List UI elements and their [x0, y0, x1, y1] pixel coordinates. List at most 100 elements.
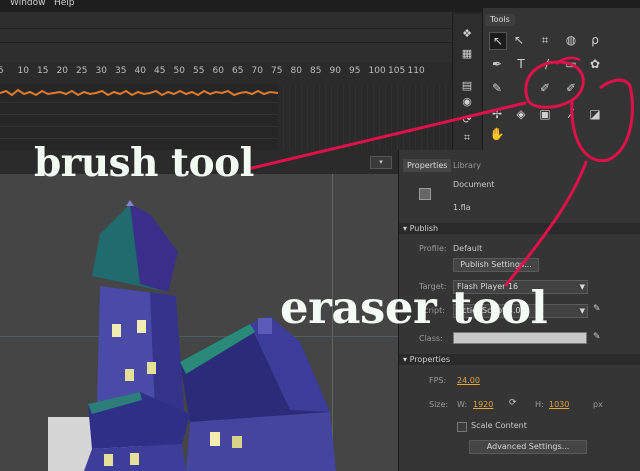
line-tool-icon: / [544, 57, 550, 71]
hand-tool[interactable]: ✋ [489, 126, 505, 142]
ruler-tick-label: 10 [17, 66, 29, 76]
motion-panel-icon[interactable]: ⌗ [460, 132, 474, 143]
ink-bottle-tool-icon: ▣ [539, 107, 551, 121]
free-transform-tool-icon: ⌗ [541, 33, 549, 47]
annotation-eraser-tool: eraser tool [280, 281, 548, 334]
properties-section-label: Properties [409, 355, 450, 364]
hand-tool-icon: ✋ [489, 127, 505, 141]
ruler-tick-label: 55 [193, 66, 205, 76]
lasso-tool[interactable]: ρ [587, 32, 603, 48]
tab-library[interactable]: Library [449, 159, 485, 172]
publish-section-toggle-icon: ▾ [403, 224, 410, 233]
eraser-tool[interactable]: ◪ [587, 106, 603, 122]
eraser-tool-icon: ◪ [589, 107, 601, 121]
ruler-tick-label: 60 [212, 66, 224, 76]
paint-brush-tool-icon: ✐ [565, 81, 577, 95]
ruler-tick-label: 30 [95, 66, 107, 76]
properties-section-toggle-icon: ▾ [403, 355, 410, 364]
annotation-brush-tool: brush tool [34, 140, 254, 186]
deco-tool-icon: ✿ [589, 57, 601, 71]
edit-bar [0, 12, 452, 63]
height-label: H: [535, 400, 544, 409]
align-panel-icon[interactable]: ▤ [460, 80, 474, 91]
scale-content-label: Scale Content [471, 421, 527, 430]
edit-class-icon[interactable]: ✎ [593, 332, 601, 342]
rectangle-tool[interactable]: ▭ [563, 56, 579, 72]
timeline-frames[interactable] [278, 84, 452, 150]
transform-panel-icon[interactable]: ⟳ [460, 114, 474, 125]
tools-panel: Tools ↖ ↖ ⌗ ◍ ρ ✒ T / ▭ ✿ ✎ ✐ ✐ ✢ ◈ ▣ ⁄ … [482, 8, 640, 150]
deco-tool[interactable]: ✿ [587, 56, 603, 72]
scale-content-checkbox[interactable] [457, 422, 467, 432]
info-panel-icon[interactable]: ◉ [460, 96, 474, 107]
document-icon [419, 188, 431, 200]
zoom-dropdown[interactable]: ▾ [370, 156, 392, 169]
ruler-tick-label: 15 [37, 66, 49, 76]
ruler-tick-label: 70 [251, 66, 263, 76]
publish-section-label: Publish [409, 224, 439, 233]
ruler-tick-label: 90 [329, 66, 341, 76]
profile-label: Profile: [419, 244, 447, 253]
timeline-ruler[interactable]: 5 10 15 20 25 30 35 40 45 50 55 60 65 70 75 80 85 90 95 100… [0, 62, 452, 84]
bone-tool-icon: ✢ [491, 107, 503, 121]
selection-tool-icon: ↖ [492, 34, 504, 48]
ruler-tick-label: 95 [349, 66, 361, 76]
bone-tool[interactable]: ✢ [489, 106, 505, 122]
paint-bucket-tool-icon: ◈ [516, 107, 526, 121]
ruler-tick-label: 105 [388, 66, 406, 76]
pencil-tool-icon: ✎ [491, 81, 503, 95]
width-value[interactable]: 1920 [473, 400, 493, 409]
panel-dock-icons: ❖ ▦ ▤ ◉ ⟳ ⌗ [452, 14, 483, 150]
eyedropper-tool[interactable]: ⁄ [563, 106, 579, 122]
link-dimensions-icon[interactable]: ⟳ [509, 398, 517, 408]
menu-item-help[interactable]: Help [54, 0, 75, 8]
audio-waveform [0, 88, 278, 97]
ruler-tick-label: 40 [134, 66, 146, 76]
menu-item-window[interactable]: Window [10, 0, 46, 8]
ruler-tick-label: 20 [56, 66, 68, 76]
profile-value: Default [453, 244, 483, 253]
fps-value[interactable]: 24.00 [457, 376, 480, 385]
pen-tool[interactable]: ✒ [489, 56, 505, 72]
publish-settings-button[interactable]: Publish Settings... [453, 258, 539, 272]
ruler-tick-label: 35 [115, 66, 127, 76]
size-unit: px [593, 400, 603, 409]
ruler-tick-label: 5 [0, 66, 4, 76]
ruler-tick-label: 80 [290, 66, 302, 76]
free-transform-tool[interactable]: ⌗ [537, 32, 553, 48]
ruler-tick-label: 75 [271, 66, 283, 76]
swatches-panel-icon[interactable]: ▦ [460, 48, 474, 59]
3d-rotation-tool-icon: ◍ [565, 33, 577, 47]
ruler-tick-label: 110 [407, 66, 425, 76]
publish-section-header[interactable]: ▾ Publish [399, 223, 640, 234]
wrench-icon[interactable]: ✎ [593, 304, 601, 314]
rectangle-tool-icon: ▭ [565, 57, 577, 71]
chevron-down-icon: ▼ [579, 283, 585, 291]
3d-rotation-tool[interactable]: ◍ [563, 32, 579, 48]
advanced-settings-button[interactable]: Advanced Settings... [469, 440, 587, 454]
properties-section-header[interactable]: ▾ Properties [399, 354, 640, 365]
brush-tool-icon: ✐ [539, 81, 551, 95]
tools-panel-tab[interactable]: Tools [485, 14, 515, 26]
eyedropper-tool-icon: ⁄ [569, 107, 572, 121]
subselection-tool[interactable]: ↖ [511, 32, 527, 48]
tab-properties[interactable]: Properties [403, 159, 452, 172]
line-tool[interactable]: / [539, 56, 555, 72]
paint-bucket-tool[interactable]: ◈ [513, 106, 529, 122]
class-label: Class: [419, 334, 443, 343]
ink-bottle-tool[interactable]: ▣ [537, 106, 553, 122]
pencil-tool[interactable]: ✎ [489, 80, 505, 96]
ruler-tick-label: 100 [368, 66, 386, 76]
ruler-tick-label: 45 [154, 66, 166, 76]
size-label: Size: [429, 400, 449, 409]
lasso-tool-icon: ρ [591, 33, 599, 47]
height-value[interactable]: 1030 [549, 400, 569, 409]
brush-tool[interactable]: ✐ [537, 80, 553, 96]
paint-brush-tool[interactable]: ✐ [563, 80, 579, 96]
pen-tool-icon: ✒ [491, 57, 503, 71]
color-panel-icon[interactable]: ❖ [460, 28, 474, 39]
selection-tool[interactable]: ↖ [489, 32, 507, 50]
text-tool[interactable]: T [513, 56, 529, 72]
ruler-tick-label: 50 [173, 66, 185, 76]
chevron-down-icon: ▼ [579, 307, 585, 315]
